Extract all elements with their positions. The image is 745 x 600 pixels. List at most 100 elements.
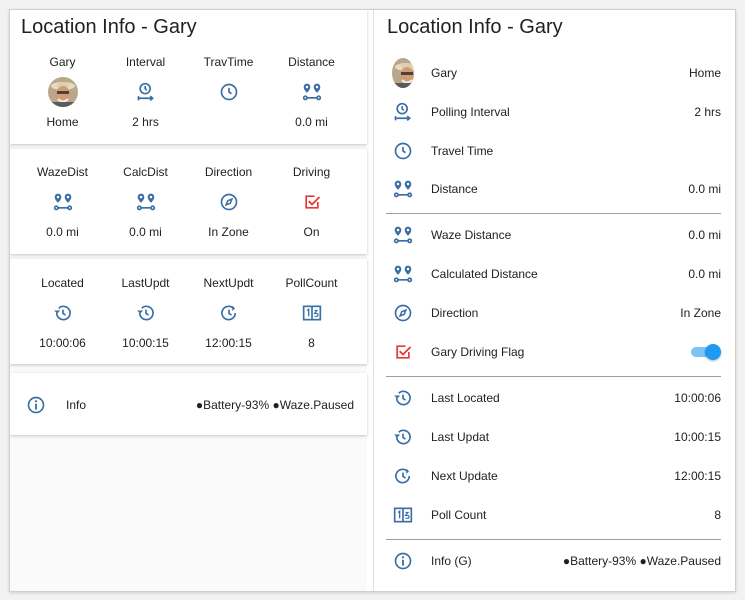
glance-value: 0.0 mi	[295, 115, 328, 129]
glance-label: Gary	[49, 55, 76, 69]
history-icon	[392, 426, 414, 448]
glance-cell-pollcount[interactable]: PollCount 8	[270, 276, 353, 356]
glance-card-3: Located 10:00:06 LastUpdt 10:00:15 NextUpdt 1…	[10, 259, 367, 364]
glance-label: PollCount	[285, 276, 338, 290]
entity-row-distance[interactable]: Distance 0.0 mi	[374, 174, 735, 204]
entity-row-polling-interval[interactable]: Polling Interval 2 hrs	[374, 97, 735, 127]
glance-label: Driving	[292, 165, 331, 179]
entity-value: 12:00:15	[674, 469, 721, 483]
driving-flag-toggle[interactable]	[691, 344, 721, 360]
map-marker-distance-icon	[21, 191, 104, 213]
entity-value: 10:00:15	[674, 430, 721, 444]
divider	[386, 376, 721, 377]
glance-value: 10:00:06	[39, 336, 86, 350]
entity-label: Waze Distance	[431, 228, 512, 242]
glance-cell-located[interactable]: Located 10:00:06	[21, 276, 104, 356]
glance-value: 12:00:15	[205, 336, 252, 350]
info-icon	[392, 550, 414, 572]
entity-row-last-updat[interactable]: Last Updat 10:00:15	[374, 422, 735, 452]
checkbox-marked-icon	[270, 191, 353, 213]
history-icon	[392, 387, 414, 409]
entity-value: 0.0 mi	[688, 267, 721, 281]
entity-row-info-g[interactable]: Info (G) ●Battery-93% ●Waze.Paused	[374, 546, 735, 576]
entity-label: Direction	[431, 306, 479, 320]
entity-row-last-located[interactable]: Last Located 10:00:06	[374, 383, 735, 413]
entity-value: 8	[714, 508, 721, 522]
entity-value: 0.0 mi	[688, 182, 721, 196]
counter-icon	[270, 302, 353, 324]
entity-row-gary-driving-flag[interactable]: Gary Driving Flag	[374, 337, 735, 367]
entity-label: Distance	[431, 182, 478, 196]
entity-label: Last Located	[431, 391, 500, 405]
glance-card-1: Location Info - Gary Gary Home Interval 2 h…	[10, 10, 367, 144]
entity-label: Poll Count	[431, 508, 487, 522]
card-title: Location Info - Gary	[21, 16, 197, 38]
map-marker-distance-icon	[392, 178, 414, 200]
compass-icon	[187, 191, 270, 213]
info-row[interactable]: Info ●Battery-93% ●Waze.Paused	[10, 373, 367, 435]
entity-row-waze-distance[interactable]: Waze Distance 0.0 mi	[374, 220, 735, 250]
avatar	[21, 77, 104, 107]
entity-label: Gary Driving Flag	[431, 345, 525, 359]
glance-cell-lastupdt[interactable]: LastUpdt 10:00:15	[104, 276, 187, 356]
glance-value: In Zone	[208, 225, 249, 239]
entity-row-direction[interactable]: Direction In Zone	[374, 298, 735, 328]
entity-label: Last Updat	[431, 430, 490, 444]
entity-label: Travel Time	[431, 144, 494, 158]
glance-cell-travtime[interactable]: TravTime	[187, 55, 270, 135]
entity-row-calculated-distance[interactable]: Calculated Distance 0.0 mi	[374, 259, 735, 289]
glance-label: TravTime	[203, 55, 254, 69]
map-marker-distance-icon	[270, 81, 353, 103]
glance-panel: Location Info - Gary Gary Home Interval 2 h…	[10, 10, 367, 591]
entities-title: Location Info - Gary	[387, 16, 563, 38]
entity-row-poll-count[interactable]: Poll Count 8	[374, 500, 735, 530]
glance-value: On	[303, 225, 320, 239]
clock-icon	[187, 81, 270, 103]
clock-icon	[392, 140, 414, 162]
glance-card-2: WazeDist 0.0 mi CalcDist 0.0 mi Direction In …	[10, 149, 367, 254]
glance-cell-driving[interactable]: Driving On	[270, 165, 353, 245]
counter-icon	[392, 504, 414, 526]
glance-cell-direction[interactable]: Direction In Zone	[187, 165, 270, 245]
glance-cell-distance[interactable]: Distance 0.0 mi	[270, 55, 353, 135]
entity-label: Gary	[431, 66, 458, 80]
glance-label: Distance	[288, 55, 335, 69]
glance-cell-interval[interactable]: Interval 2 hrs	[104, 55, 187, 135]
entity-row-travel-time[interactable]: Travel Time	[374, 136, 735, 166]
glance-value: 8	[308, 336, 315, 350]
entity-value: Home	[688, 66, 721, 80]
info-icon	[26, 395, 46, 418]
entity-value: 0.0 mi	[688, 228, 721, 242]
entities-panel: Location Info - Gary Gary Home Polling Int…	[373, 10, 735, 591]
entity-value: In Zone	[680, 306, 721, 320]
history-icon	[104, 302, 187, 324]
entity-value: ●Battery-93% ●Waze.Paused	[562, 554, 721, 568]
timer-interval-icon	[104, 81, 187, 103]
entity-label: Next Update	[431, 469, 498, 483]
glance-value: 0.0 mi	[46, 225, 79, 239]
glance-label: CalcDist	[123, 165, 168, 179]
entity-row-gary[interactable]: Gary Home	[374, 58, 735, 88]
toggle-knob	[705, 344, 721, 360]
compass-icon	[392, 302, 414, 324]
glance-value: Home	[46, 115, 79, 129]
restore-clock-icon	[392, 465, 414, 487]
glance-value: 2 hrs	[132, 115, 159, 129]
info-label: Info	[66, 398, 87, 412]
glance-value: 10:00:15	[122, 336, 169, 350]
entity-row-next-update[interactable]: Next Update 12:00:15	[374, 461, 735, 491]
app-frame: Location Info - Gary Gary Home Interval 2 h…	[9, 9, 736, 592]
divider	[386, 539, 721, 540]
timer-interval-icon	[392, 101, 414, 123]
entity-label: Polling Interval	[431, 105, 510, 119]
entity-label: Calculated Distance	[431, 267, 538, 281]
glance-cell-calcdist[interactable]: CalcDist 0.0 mi	[104, 165, 187, 245]
divider	[386, 213, 721, 214]
glance-value: 0.0 mi	[129, 225, 162, 239]
checkbox-marked-icon	[392, 341, 414, 363]
glance-label: LastUpdt	[121, 276, 170, 290]
glance-cell-wazedist[interactable]: WazeDist 0.0 mi	[21, 165, 104, 245]
entity-value: 10:00:06	[674, 391, 721, 405]
glance-cell-gary[interactable]: Gary Home	[21, 55, 104, 135]
glance-cell-nextupdt[interactable]: NextUpdt 12:00:15	[187, 276, 270, 356]
